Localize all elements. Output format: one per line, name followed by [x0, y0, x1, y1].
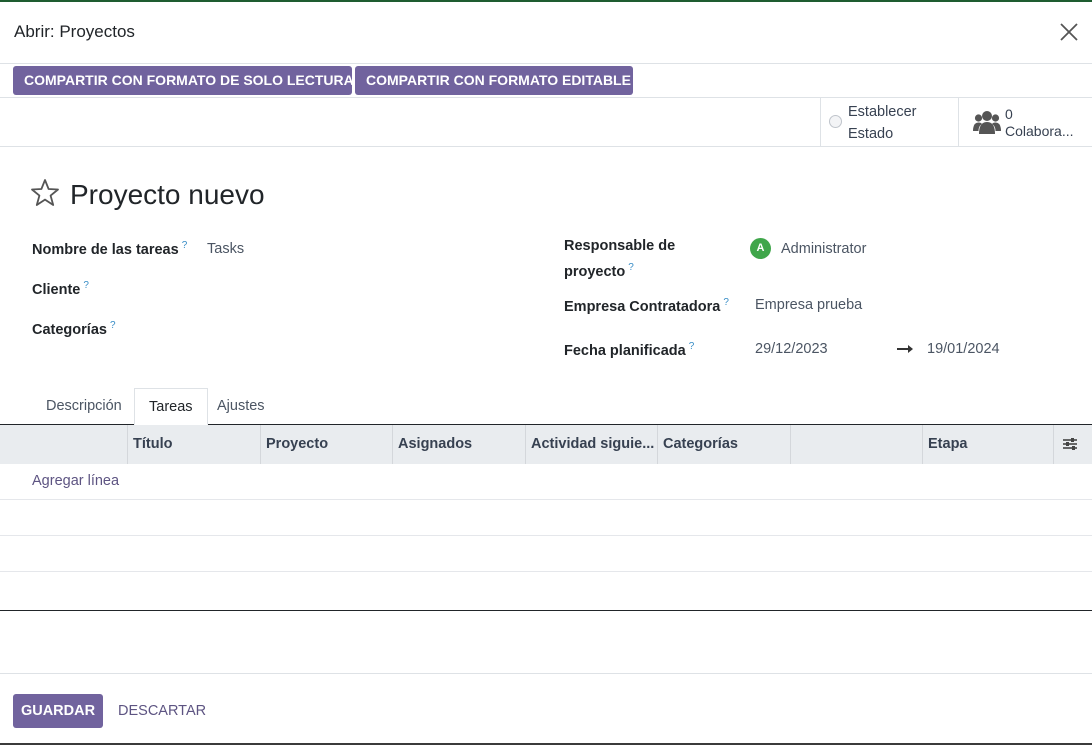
column-titulo[interactable]: Título [128, 425, 260, 464]
tags-field[interactable] [207, 315, 507, 337]
company-field[interactable]: Empresa prueba [755, 294, 862, 316]
manager-field[interactable]: Administrator [781, 238, 866, 260]
arrow-right-icon [897, 345, 913, 353]
tab-descripcion[interactable]: Descripción [32, 388, 136, 425]
list-row-empty [0, 536, 1092, 572]
help-icon[interactable]: ? [723, 297, 729, 308]
discard-button[interactable]: DESCARTAR [118, 694, 206, 728]
tab-tareas[interactable]: Tareas [134, 388, 208, 425]
list-row-empty [0, 572, 1092, 608]
column-categorias[interactable]: Categorías [658, 425, 790, 464]
notebook-tabs: Descripción Tareas Ajustes [0, 388, 1092, 425]
modal-title: Abrir: Proyectos [14, 22, 135, 41]
list-header: Título Proyecto Asignados Actividad sigu… [0, 425, 1092, 464]
planned-date-label: Fecha planificada? [564, 341, 695, 359]
help-icon[interactable]: ? [628, 262, 634, 273]
tags-label: Categorías? [32, 320, 116, 338]
help-icon[interactable]: ? [83, 280, 89, 291]
share-bar: COMPARTIR CON FORMATO DE SOLO LECTURA CO… [0, 64, 1092, 98]
date-start-field[interactable]: 29/12/2023 [755, 338, 828, 360]
avatar: A [750, 238, 771, 259]
manager-label: Responsable de proyecto? [564, 238, 676, 280]
company-label: Empresa Contratadora? [564, 297, 729, 315]
status-label-line2: Estado [848, 126, 894, 142]
customer-label: Cliente? [32, 280, 89, 298]
column-etapa[interactable]: Etapa [923, 425, 1053, 464]
record-title[interactable]: Proyecto nuevo [70, 179, 265, 211]
modal-footer: GUARDAR DESCARTAR [0, 673, 1092, 745]
help-icon[interactable]: ? [689, 341, 695, 352]
list-row-empty [0, 500, 1092, 536]
collaborators-count: 0 [1005, 106, 1013, 122]
task-name-label: Nombre de las tareas? [32, 240, 188, 258]
collaborators-button[interactable]: 0 Colabora... [958, 98, 1092, 146]
list-row-add: Agregar línea [0, 464, 1092, 500]
tab-ajustes[interactable]: Ajustes [203, 388, 279, 425]
help-icon[interactable]: ? [182, 240, 188, 251]
column-asignados[interactable]: Asignados [393, 425, 525, 464]
share-readonly-button[interactable]: COMPARTIR CON FORMATO DE SOLO LECTURA [13, 66, 354, 95]
share-editable-button[interactable]: COMPARTIR CON FORMATO EDITABLE [355, 66, 633, 95]
status-label-line1: Establecer [848, 104, 917, 120]
optional-columns-icon[interactable] [1062, 436, 1078, 452]
column-actividad[interactable]: Actividad siguie... [526, 425, 657, 464]
list-bottom-border [0, 610, 1092, 611]
set-status-button[interactable]: Establecer Estado [820, 98, 958, 146]
modal-header: Abrir: Proyectos [0, 2, 1092, 64]
status-radio-icon [829, 115, 842, 128]
customer-field[interactable] [207, 275, 507, 297]
form-statusbar: Establecer Estado 0 Colabora... [0, 98, 1092, 147]
help-icon[interactable]: ? [110, 320, 116, 331]
column-proyecto[interactable]: Proyecto [261, 425, 392, 464]
add-line-link[interactable]: Agregar línea [32, 473, 119, 489]
star-icon[interactable] [30, 178, 60, 208]
save-button[interactable]: GUARDAR [13, 694, 103, 728]
task-name-field[interactable]: Tasks [207, 238, 244, 260]
close-icon[interactable] [1058, 21, 1080, 43]
collaborators-label: Colabora... [1005, 123, 1074, 139]
users-icon [973, 111, 1001, 134]
column-blank[interactable] [791, 425, 922, 464]
date-end-field[interactable]: 19/01/2024 [927, 338, 1000, 360]
